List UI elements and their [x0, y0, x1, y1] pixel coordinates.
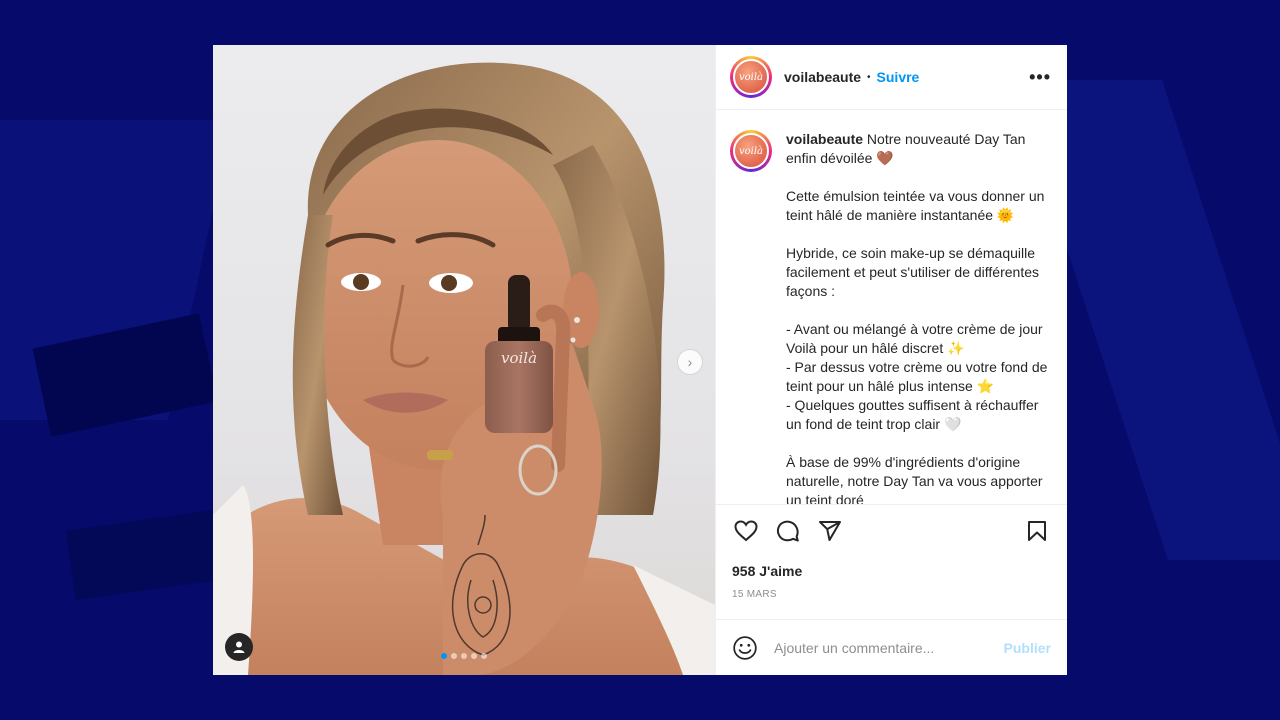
save-button[interactable] — [1023, 517, 1051, 545]
caption-line-3: - Avant ou mélangé à votre crème de jour… — [786, 321, 1048, 432]
likes-count[interactable]: 958 J'aime — [732, 563, 1051, 579]
heart-icon — [734, 520, 758, 542]
carousel-dot — [461, 653, 467, 659]
comment-icon — [776, 520, 799, 542]
carousel-indicator — [213, 653, 715, 659]
comment-button[interactable] — [774, 517, 802, 545]
share-button[interactable] — [816, 517, 844, 545]
caption-line-1: Cette émulsion teintée va vous donner un… — [786, 188, 1045, 223]
post-date: 15 MARS — [732, 589, 777, 600]
avatar-logo: voilà — [733, 59, 769, 95]
publish-button[interactable]: Publier — [1004, 640, 1051, 656]
caption-avatar[interactable]: voilà — [730, 130, 772, 172]
carousel-dot — [471, 653, 477, 659]
caption-text: voilabeaute Notre nouveauté Day Tan enfi… — [786, 130, 1051, 504]
send-icon — [819, 521, 841, 541]
avatar[interactable]: voilà — [730, 56, 772, 98]
carousel-dot — [441, 653, 447, 659]
emoji-icon[interactable] — [732, 635, 758, 661]
comment-bar: Publier — [716, 619, 1067, 675]
carousel-dot — [481, 653, 487, 659]
header-username[interactable]: voilabeaute — [784, 69, 861, 85]
follow-button[interactable]: Suivre — [877, 69, 920, 85]
chevron-right-icon: › — [687, 354, 693, 370]
bookmark-icon — [1028, 521, 1046, 541]
carousel-dot — [451, 653, 457, 659]
post-side-panel: voilà voilabeaute • Suivre ••• voilà voi… — [715, 45, 1067, 675]
caption-line-2: Hybride, ce soin make-up se démaquille f… — [786, 245, 1039, 299]
post-media[interactable]: voilà › — [213, 45, 715, 675]
next-slide-button[interactable]: › — [677, 349, 703, 375]
user-icon — [233, 641, 245, 653]
like-button[interactable] — [732, 517, 760, 545]
post-photo: voilà — [213, 62, 715, 675]
bottle-label: voilà — [501, 349, 537, 367]
avatar-logo: voilà — [733, 133, 769, 169]
post-header: voilà voilabeaute • Suivre ••• — [716, 45, 1067, 110]
instagram-post: voilà › voilà voilabeaute • Suivre ••• v… — [213, 45, 1067, 675]
caption-line-0: voilabeaute Notre nouveauté Day Tan enfi… — [786, 131, 1026, 166]
post-actions: 958 J'aime 15 MARS — [716, 504, 1067, 619]
caption-username[interactable]: voilabeaute — [786, 131, 863, 147]
more-options-icon[interactable]: ••• — [1029, 67, 1051, 88]
header-separator: • — [867, 71, 871, 83]
caption-line-4: À base de 99% d'ingrédients d'origine na… — [786, 454, 1043, 504]
comment-input[interactable] — [774, 639, 1004, 656]
caption-area[interactable]: voilà voilabeaute Notre nouveauté Day Ta… — [716, 110, 1067, 504]
